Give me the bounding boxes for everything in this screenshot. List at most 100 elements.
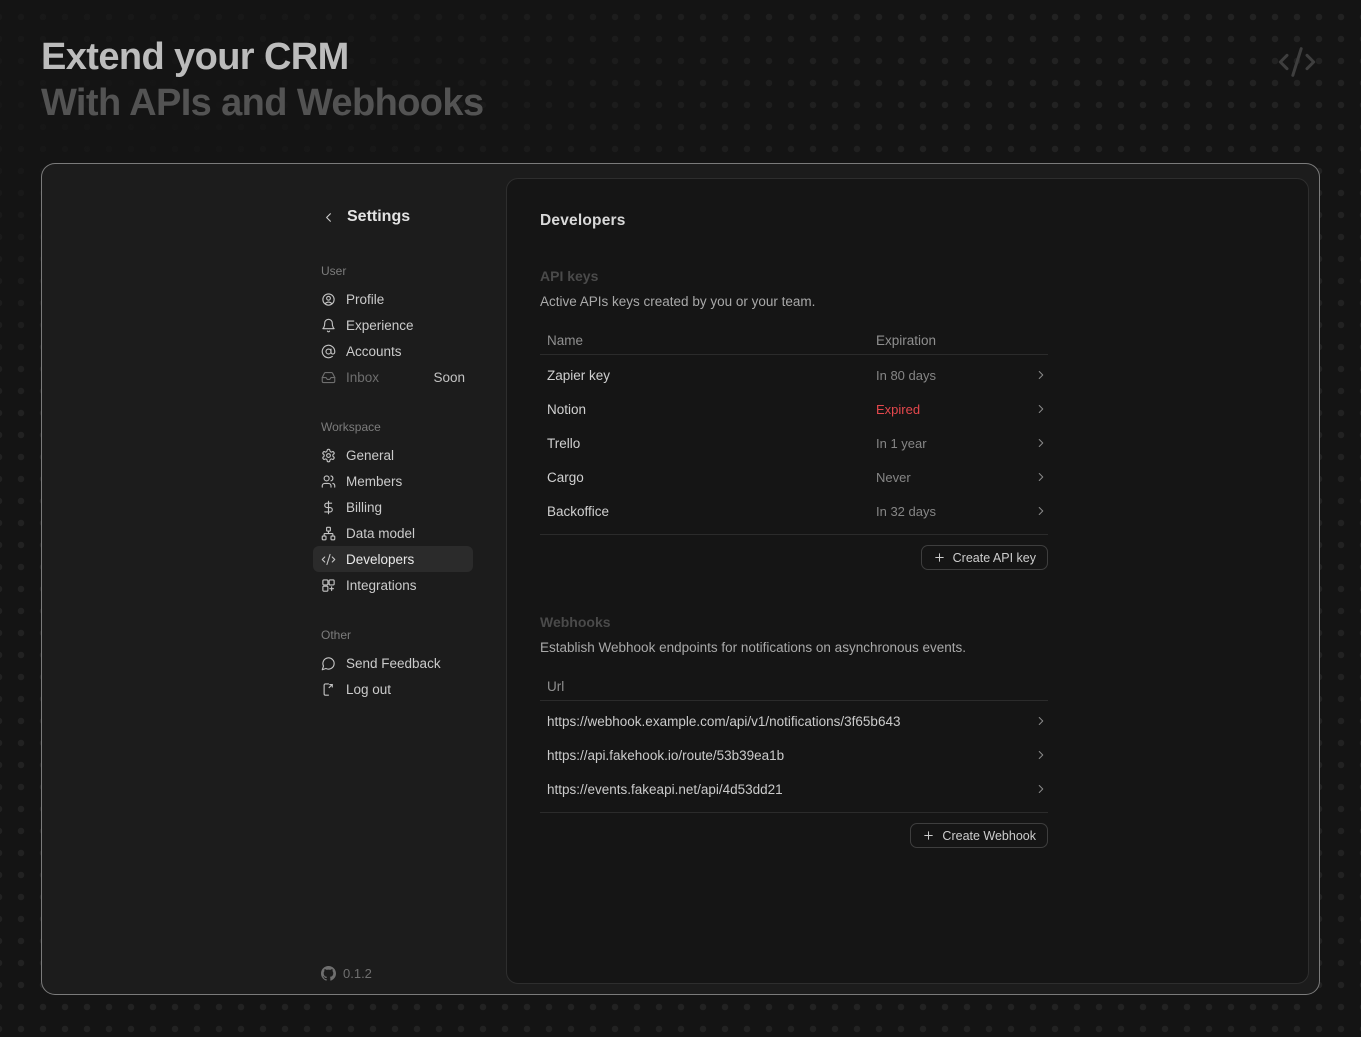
logout-icon: [321, 682, 336, 697]
chevron-right-icon: [1026, 782, 1048, 796]
api-key-name: Zapier key: [547, 368, 876, 383]
api-key-row-cargo[interactable]: CargoNever: [540, 460, 1048, 494]
api-key-row-zapier-key[interactable]: Zapier keyIn 80 days: [540, 358, 1048, 392]
profile-icon: [321, 292, 336, 307]
webhook-url: https://events.fakeapi.net/api/4d53dd21: [547, 782, 1026, 797]
settings-title: Settings: [347, 208, 410, 226]
plus-icon: [933, 551, 946, 564]
page-title-line2: With APIs and Webhooks: [41, 80, 484, 126]
api-key-expiration: In 1 year: [876, 436, 1026, 451]
api-key-name: Backoffice: [547, 504, 876, 519]
code-badge-icon: [1277, 42, 1317, 82]
api-key-expiration: In 32 days: [876, 504, 1026, 519]
sidebar-item-log-out[interactable]: Log out: [313, 676, 473, 702]
sidebar-section-user: User Profile Experience Accounts Inbox Soon: [313, 264, 473, 390]
github-icon: [321, 966, 336, 981]
page-title-line1: Extend your CRM: [41, 34, 484, 80]
plus-icon: [922, 829, 935, 842]
webhooks-actions: Create Webhook: [540, 823, 1048, 848]
sidebar-item-accounts[interactable]: Accounts: [313, 338, 473, 364]
at-icon: [321, 344, 336, 359]
sidebar-item-label: Experience: [346, 318, 414, 333]
api-key-expiration: Never: [876, 470, 1026, 485]
webhook-url: https://webhook.example.com/api/v1/notif…: [547, 714, 1026, 729]
developers-panel: Developers API keys Active APIs keys cre…: [506, 178, 1309, 984]
section-label: Other: [321, 628, 473, 644]
chevron-right-icon: [1026, 368, 1048, 382]
sidebar-item-profile[interactable]: Profile: [313, 286, 473, 312]
api-key-expiration: In 80 days: [876, 368, 1026, 383]
sidebar-item-billing[interactable]: Billing: [313, 494, 473, 520]
sidebar-item-label: Developers: [346, 552, 414, 567]
column-name: Name: [547, 333, 876, 348]
panel-title: Developers: [540, 212, 1308, 230]
chevron-right-icon: [1026, 436, 1048, 450]
api-keys-description: Active APIs keys created by you or your …: [540, 294, 1048, 309]
sidebar-item-members[interactable]: Members: [313, 468, 473, 494]
create-webhook-label: Create Webhook: [942, 829, 1036, 843]
sidebar-item-label: Integrations: [346, 578, 417, 593]
feedback-icon: [321, 656, 336, 671]
api-keys-title: API keys: [540, 268, 1048, 284]
api-key-name: Cargo: [547, 470, 876, 485]
sidebar-item-label: Members: [346, 474, 402, 489]
api-keys-section: API keys Active APIs keys created by you…: [540, 268, 1048, 570]
chevron-right-icon: [1026, 504, 1048, 518]
webhook-row[interactable]: https://webhook.example.com/api/v1/notif…: [540, 704, 1048, 738]
sidebar-item-label: Send Feedback: [346, 656, 441, 671]
webhook-row[interactable]: https://events.fakeapi.net/api/4d53dd21: [540, 772, 1048, 806]
column-expiration: Expiration: [876, 333, 1026, 348]
sidebar-item-experience[interactable]: Experience: [313, 312, 473, 338]
version-label: 0.1.2: [343, 966, 372, 981]
create-api-key-label: Create API key: [953, 551, 1036, 565]
api-key-row-backoffice[interactable]: BackofficeIn 32 days: [540, 494, 1048, 528]
sidebar-item-label: Accounts: [346, 344, 402, 359]
webhook-url: https://api.fakehook.io/route/53b39ea1b: [547, 748, 1026, 763]
sidebar-item-integrations[interactable]: Integrations: [313, 572, 473, 598]
create-webhook-button[interactable]: Create Webhook: [910, 823, 1048, 848]
version-info[interactable]: 0.1.2: [321, 966, 372, 981]
settings-back-button[interactable]: Settings: [313, 208, 410, 226]
api-key-expiration: Expired: [876, 402, 1026, 417]
sidebar-item-label: Inbox: [346, 370, 379, 385]
sidebar-item-developers[interactable]: Developers: [313, 546, 473, 572]
section-label: Workspace: [321, 420, 473, 436]
webhooks-section: Webhooks Establish Webhook endpoints for…: [540, 614, 1048, 848]
section-label: User: [321, 264, 473, 280]
sidebar-item-label: Profile: [346, 292, 384, 307]
chevron-right-icon: [1026, 748, 1048, 762]
create-api-key-button[interactable]: Create API key: [921, 545, 1048, 570]
members-icon: [321, 474, 336, 489]
sidebar-item-inbox[interactable]: Inbox Soon: [313, 364, 473, 390]
webhook-row[interactable]: https://api.fakehook.io/route/53b39ea1b: [540, 738, 1048, 772]
sidebar-item-label: Billing: [346, 500, 382, 515]
api-key-row-trello[interactable]: TrelloIn 1 year: [540, 426, 1048, 460]
chevron-left-icon: [321, 210, 336, 225]
sidebar-item-label: Data model: [346, 526, 415, 541]
sidebar-sections: User Profile Experience Accounts Inbox Soon Wo…: [313, 234, 473, 702]
sidebar-item-label: General: [346, 448, 394, 463]
sidebar-item-general[interactable]: General: [313, 442, 473, 468]
data-model-icon: [321, 526, 336, 541]
api-key-name: Trello: [547, 436, 876, 451]
dollar-icon: [321, 500, 336, 515]
chevron-right-icon: [1026, 714, 1048, 728]
sidebar-item-data-model[interactable]: Data model: [313, 520, 473, 546]
sidebar-section-workspace: Workspace General Members Billing Data model…: [313, 420, 473, 598]
sidebar-item-send-feedback[interactable]: Send Feedback: [313, 650, 473, 676]
chevron-right-icon: [1026, 402, 1048, 416]
api-keys-table-body: Zapier keyIn 80 daysNotionExpiredTrelloI…: [540, 355, 1048, 535]
webhooks-table-header: Url: [540, 673, 1048, 701]
inbox-icon: [321, 370, 336, 385]
api-keys-actions: Create API key: [540, 545, 1048, 570]
bell-icon: [321, 318, 336, 333]
api-key-row-notion[interactable]: NotionExpired: [540, 392, 1048, 426]
api-key-name: Notion: [547, 402, 876, 417]
code-icon: [321, 552, 336, 567]
webhooks-description: Establish Webhook endpoints for notifica…: [540, 640, 1048, 655]
sidebar-section-other: Other Send Feedback Log out: [313, 628, 473, 702]
gear-icon: [321, 448, 336, 463]
soon-badge: Soon: [433, 370, 465, 385]
settings-window: Settings User Profile Experience Accounts In…: [41, 163, 1320, 995]
column-url: Url: [547, 679, 1026, 694]
